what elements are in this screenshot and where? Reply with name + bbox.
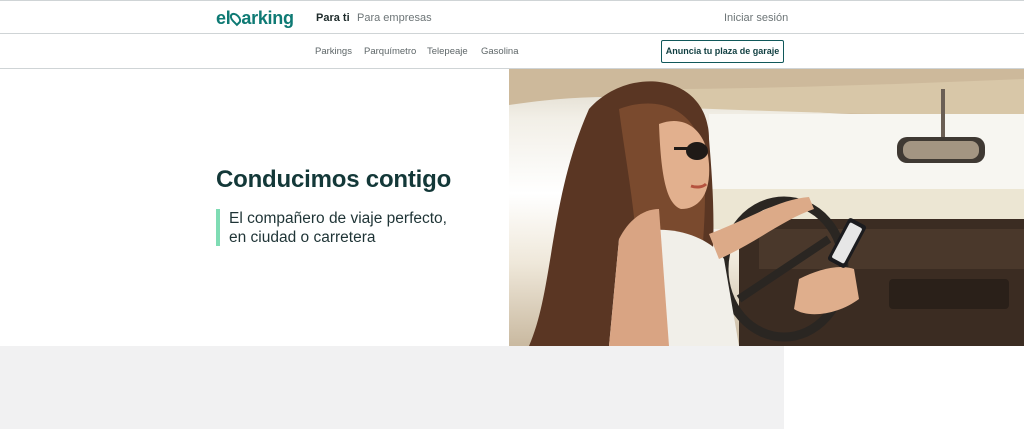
logo-text-el: el [216,8,231,28]
elparking-logo[interactable]: el arking [216,8,294,29]
secondary-navbar: Parkings Parquímetro Telepeaje Gasolina … [0,34,1024,69]
subnav-gasolina[interactable]: Gasolina [481,46,519,57]
hero-text-panel [0,69,509,346]
nav-para-ti[interactable]: Para ti [316,12,350,24]
top-navbar: el arking Para ti Para empresas Iniciar s… [0,0,1024,34]
hero-title: Conducimos contigo [216,166,452,193]
lower-section-background [0,346,784,429]
anuncia-plaza-button[interactable]: Anuncia tu plaza de garaje [661,40,784,63]
subnav-telepeaje[interactable]: Telepeaje [427,46,468,57]
hero-subtitle-line1: El compañero de viaje perfecto, [229,210,447,227]
quote-accent-bar [216,209,220,246]
subnav-parquimetro[interactable]: Parquímetro [364,46,416,57]
subnav-parkings[interactable]: Parkings [315,46,352,57]
hero-subtitle-line2: en ciudad o carretera [229,229,376,246]
hero-subtitle: El compañero de viaje perfecto, en ciuda… [229,209,499,247]
login-link[interactable]: Iniciar sesión [724,12,788,24]
driver-illustration [509,69,1024,346]
nav-para-empresas[interactable]: Para empresas [357,12,432,24]
hero-photo [509,69,1024,346]
logo-text-rest: arking [241,8,294,28]
